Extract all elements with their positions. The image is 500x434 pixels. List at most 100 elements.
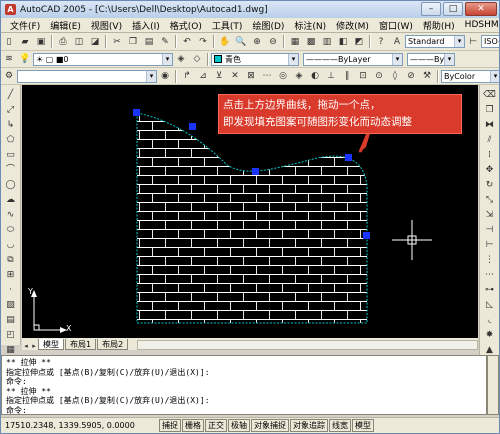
tab-model[interactable]: 模型 [38, 339, 64, 350]
chamfer-icon[interactable]: ◺ [483, 299, 497, 312]
polygon-icon[interactable]: ⬠ [4, 134, 18, 147]
layer-manager-icon[interactable]: ≋ [2, 53, 16, 66]
new-file-icon[interactable]: ▯ [2, 35, 16, 48]
osnap-settings-icon[interactable]: ⚒ [420, 70, 434, 83]
undo-icon[interactable]: ↶ [180, 35, 194, 48]
array-icon[interactable]: ⁞ [483, 149, 497, 162]
preview-icon[interactable]: ◫ [72, 35, 86, 48]
workspace-select[interactable]: ▾ [17, 69, 157, 83]
publish-icon[interactable]: ◪ [88, 35, 102, 48]
paste-icon[interactable]: ▤ [142, 35, 156, 48]
ortho-toggle[interactable]: 正交 [205, 419, 227, 432]
lineweight-select[interactable]: ——— ByLayer▾ [407, 52, 455, 66]
minimize-button[interactable]: – [421, 2, 441, 16]
otrack-toggle[interactable]: 对象追踪 [290, 419, 328, 432]
color-select[interactable]: 青色 ▾ [211, 52, 299, 66]
snap-toggle[interactable]: 捕捉 [159, 419, 181, 432]
menu-modify[interactable]: 修改(M) [331, 19, 374, 32]
erase-icon[interactable]: ⌫ [483, 89, 497, 102]
plot-style-select[interactable]: ByColor ▾ [441, 69, 499, 83]
menu-insert[interactable]: 插入(I) [127, 19, 165, 32]
sheet-set-icon[interactable]: ◧ [336, 35, 350, 48]
snap-midpoint-icon[interactable]: ⊻ [212, 70, 226, 83]
snap-perpendicular-icon[interactable]: ⊥ [324, 70, 338, 83]
zoom-window-icon[interactable]: ⊕ [250, 35, 264, 48]
snap-endpoint-icon[interactable]: ⊿ [196, 70, 210, 83]
zoom-realtime-icon[interactable]: 🔍 [234, 35, 248, 48]
pan-icon[interactable]: ✋ [218, 35, 232, 48]
cut-icon[interactable]: ✂ [110, 35, 124, 48]
break-at-point-icon[interactable]: ⋮ [483, 254, 497, 267]
region-icon[interactable]: ◰ [4, 329, 18, 342]
osnap-toggle[interactable]: 对象捕捉 [251, 419, 289, 432]
command-window[interactable]: ** 拉伸 ** 指定拉伸点或 [基点(B)/复制(C)/放弃(U)/退出(X)… [1, 355, 487, 415]
ellipse-icon[interactable]: ⬭ [4, 224, 18, 237]
snap-apparent-intersection-icon[interactable]: ⊠ [244, 70, 258, 83]
snap-insert-icon[interactable]: ⊡ [356, 70, 370, 83]
next-tab-icon[interactable]: ▸ [30, 342, 38, 350]
rectangle-icon[interactable]: ▭ [4, 149, 18, 162]
match-properties-icon[interactable]: ✎ [158, 35, 172, 48]
text-style-icon[interactable]: A [390, 35, 404, 48]
properties-icon[interactable]: ▦ [288, 35, 302, 48]
redo-icon[interactable]: ↷ [196, 35, 210, 48]
snap-quadrant-icon[interactable]: ◈ [292, 70, 306, 83]
model-toggle[interactable]: 模型 [352, 419, 374, 432]
snap-from-icon[interactable]: ↱ [180, 70, 194, 83]
insert-block-icon[interactable]: ⧉ [4, 254, 18, 267]
line-icon[interactable]: ╱ [4, 89, 18, 102]
join-icon[interactable]: ⊶ [483, 284, 497, 297]
menu-help[interactable]: 帮助(H) [418, 19, 460, 32]
menu-view[interactable]: 视图(V) [86, 19, 127, 32]
menu-format[interactable]: 格式(O) [165, 19, 207, 32]
snap-intersection-icon[interactable]: ✕ [228, 70, 242, 83]
stretch-icon[interactable]: ⇲ [483, 209, 497, 222]
construction-line-icon[interactable]: ⤢ [4, 104, 18, 117]
snap-extension-icon[interactable]: ⋯ [260, 70, 274, 83]
fillet-icon[interactable]: ◟ [483, 314, 497, 327]
menu-edit[interactable]: 编辑(E) [45, 19, 86, 32]
open-folder-icon[interactable]: ▰ [18, 35, 32, 48]
workspace-settings-icon[interactable]: ◉ [158, 70, 172, 83]
grip-point[interactable] [133, 109, 140, 116]
tab-layout1[interactable]: 布局1 [65, 339, 97, 350]
ellipse-arc-icon[interactable]: ◡ [4, 239, 18, 252]
zoom-previous-icon[interactable]: ⊖ [266, 35, 280, 48]
copy-object-icon[interactable]: ❐ [483, 104, 497, 117]
text-style-select[interactable]: Standard ▾ [405, 35, 465, 48]
arc-icon[interactable]: ⌒ [4, 164, 18, 177]
help-icon[interactable]: ? [374, 35, 388, 48]
workspace-icon[interactable]: ⚙ [2, 70, 16, 83]
tab-layout2[interactable]: 布局2 [97, 339, 129, 350]
markup-icon[interactable]: ◩ [352, 35, 366, 48]
spline-icon[interactable]: ∿ [4, 209, 18, 222]
save-icon[interactable]: ▣ [34, 35, 48, 48]
grip-point[interactable] [345, 154, 352, 161]
grid-toggle[interactable]: 栅格 [182, 419, 204, 432]
design-center-icon[interactable]: ▩ [304, 35, 318, 48]
lineweight-toggle[interactable]: 线宽 [329, 419, 351, 432]
mirror-icon[interactable]: ⧓ [483, 119, 497, 132]
dim-style-icon[interactable]: ⊢ [466, 35, 480, 48]
rotate-icon[interactable]: ↻ [483, 179, 497, 192]
maximize-button[interactable]: □ [443, 2, 463, 16]
dim-style-select[interactable]: ISO-25▾ [481, 35, 499, 48]
make-block-icon[interactable]: ⊞ [4, 269, 18, 282]
make-current-layer-icon[interactable]: ◈ [174, 53, 188, 66]
menu-window[interactable]: 窗口(W) [374, 19, 418, 32]
menu-hdshm[interactable]: HDSHM [460, 20, 500, 30]
snap-center-icon[interactable]: ◎ [276, 70, 290, 83]
linetype-select[interactable]: ———— ByLayer ▾ [303, 52, 403, 66]
horizontal-scrollbar[interactable] [137, 340, 478, 350]
menu-tools[interactable]: 工具(T) [207, 19, 248, 32]
copy-icon[interactable]: ❐ [126, 35, 140, 48]
trim-icon[interactable]: ⊣ [483, 224, 497, 237]
snap-node-icon[interactable]: ⊙ [372, 70, 386, 83]
hatch-icon[interactable]: ▨ [4, 299, 18, 312]
grip-point[interactable] [189, 123, 196, 130]
polyline-icon[interactable]: ↳ [4, 119, 18, 132]
scale-icon[interactable]: ⤡ [483, 194, 497, 207]
command-prompt[interactable]: 命令: [6, 406, 482, 415]
circle-icon[interactable]: ◯ [4, 179, 18, 192]
layer-previous-icon[interactable]: ◇ [190, 53, 204, 66]
